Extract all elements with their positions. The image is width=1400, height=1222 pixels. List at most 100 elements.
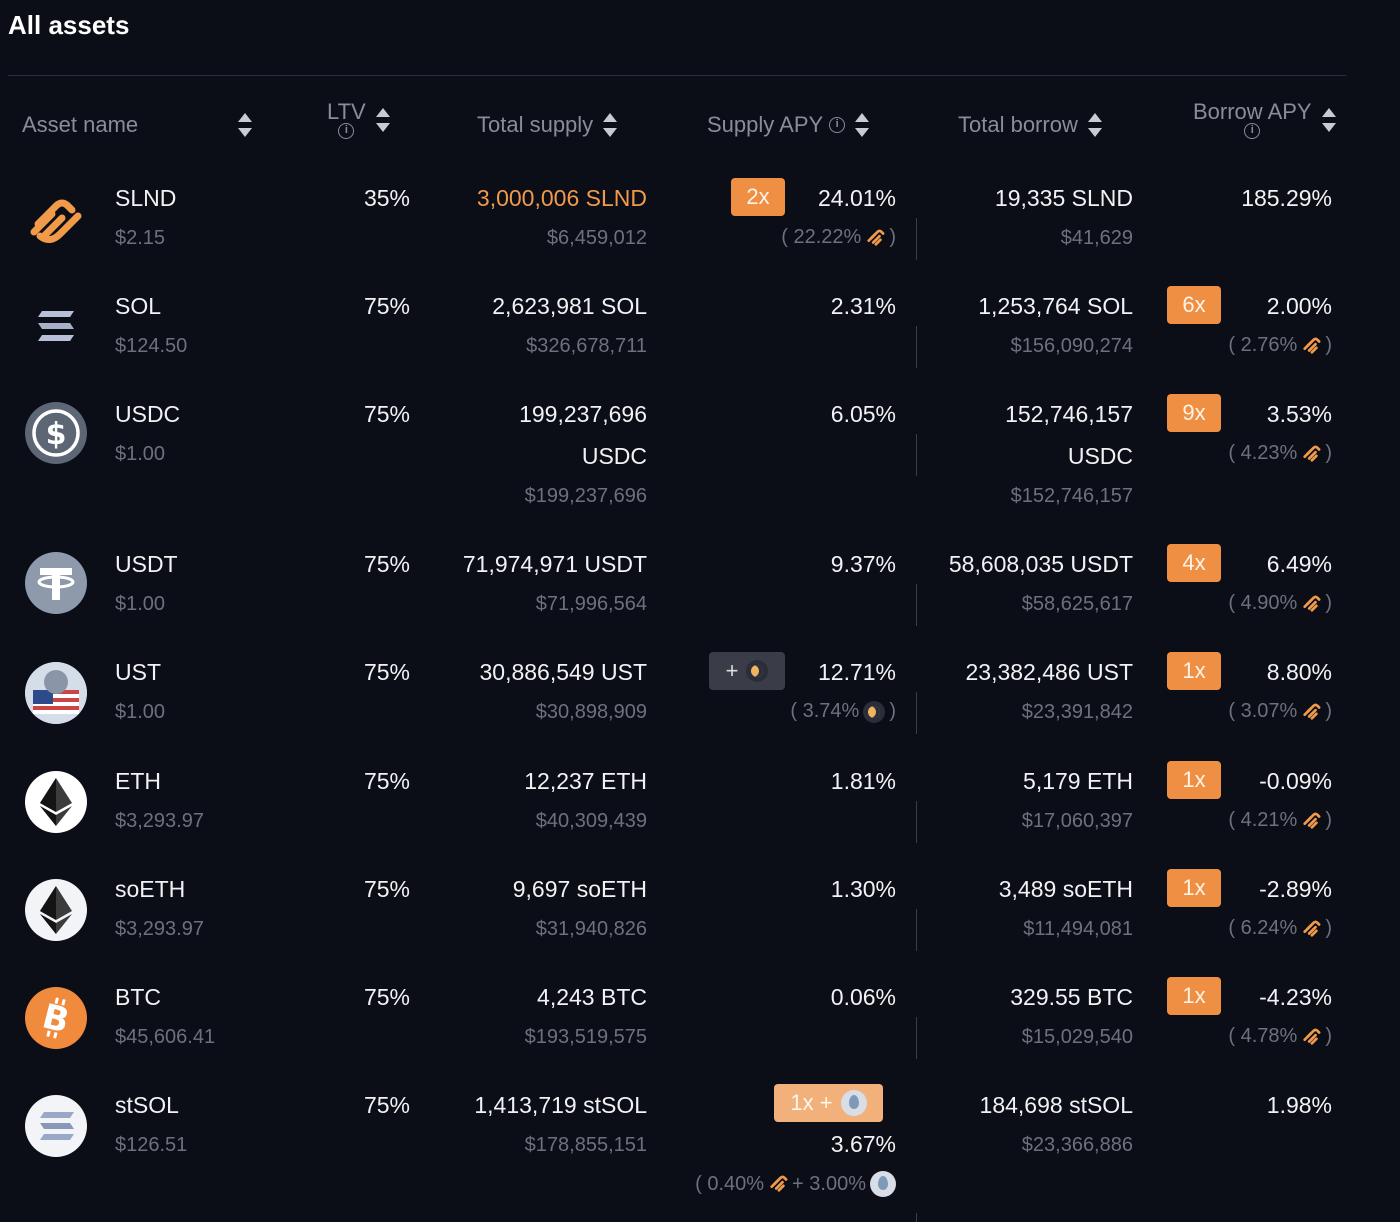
- info-icon[interactable]: i: [829, 117, 846, 133]
- borrow-reward-value: ( 4.23%: [1228, 442, 1298, 464]
- total-borrow-amount: 58,608,035 USDT: [948, 551, 1133, 577]
- ltv-value: 35%: [363, 185, 410, 211]
- reward-badge[interactable]: 1x +: [774, 1084, 883, 1122]
- borrow-apy-value: -2.89%: [1259, 876, 1332, 902]
- sort-icon[interactable]: [1321, 107, 1336, 133]
- sort-icon[interactable]: [603, 112, 618, 138]
- info-icon[interactable]: i: [338, 123, 355, 140]
- header-asset-name[interactable]: Asset name: [22, 112, 253, 138]
- ltv-value: 75%: [363, 551, 410, 577]
- luna-icon: [746, 660, 769, 682]
- total-supply-usd: $31,940,826: [535, 918, 647, 940]
- asset-price: $1.00: [115, 701, 166, 723]
- paren: ): [1325, 592, 1332, 614]
- sort-icon[interactable]: [238, 112, 253, 138]
- total-supply-amount: 4,243 BTC: [537, 984, 647, 1010]
- reward-multiplier-label: 1x +: [790, 1090, 833, 1115]
- total-supply-amount: 3,000,006 SLND: [476, 185, 647, 211]
- divider: [916, 434, 917, 476]
- supply-apy-value: 6.05%: [830, 401, 896, 427]
- borrow-reward[interactable]: ( 4.90% ): [1228, 592, 1332, 615]
- total-borrow-amount: 184,698 stSOL: [979, 1092, 1133, 1118]
- asset-symbol: UST: [115, 659, 161, 685]
- lido-icon: [840, 1090, 867, 1116]
- info-icon[interactable]: i: [1244, 123, 1261, 140]
- divider: [916, 218, 917, 260]
- slnd-icon: [1303, 336, 1321, 354]
- borrow-reward[interactable]: ( 3.07% ): [1228, 700, 1332, 723]
- reward-multiplier-badge[interactable]: 6x: [1167, 286, 1221, 324]
- supply-apy-value: 9.37%: [830, 551, 896, 577]
- total-borrow-usd: $23,366,886: [1021, 1134, 1133, 1156]
- header-borrow-apy[interactable]: Borrow APY i: [1193, 100, 1336, 140]
- total-borrow-amount: 5,179 ETH: [1023, 768, 1133, 794]
- header-total-supply[interactable]: Total supply: [477, 112, 618, 138]
- slnd-icon: [1303, 702, 1321, 720]
- header-ltv[interactable]: LTV i: [327, 100, 390, 140]
- reward-badge[interactable]: +: [709, 652, 785, 690]
- borrow-reward[interactable]: ( 6.24% ): [1228, 917, 1332, 940]
- asset-price: $2.15: [115, 227, 166, 249]
- sort-icon[interactable]: [375, 107, 390, 133]
- svg-text:$: $: [46, 417, 67, 452]
- total-supply-amount: 199,237,696: [519, 401, 647, 427]
- borrow-apy-value: -4.23%: [1259, 984, 1332, 1010]
- ltv-value: 75%: [363, 1092, 410, 1118]
- luna-icon: [863, 700, 886, 723]
- paren: ): [889, 700, 896, 722]
- header-total-supply-label: Total supply: [477, 112, 594, 137]
- sort-icon[interactable]: [855, 112, 870, 138]
- reward-multiplier-badge[interactable]: 1x: [1167, 761, 1221, 799]
- ltv-value: 75%: [363, 984, 410, 1010]
- total-borrow-usd: $23,391,842: [1021, 701, 1133, 723]
- header-supply-apy[interactable]: Supply APY i: [707, 112, 870, 138]
- reward-multiplier-badge[interactable]: 9x: [1167, 394, 1221, 432]
- asset-price: $45,606.41: [115, 1026, 216, 1048]
- total-supply-usd: $40,309,439: [535, 810, 647, 832]
- asset-price: $3,293.97: [115, 810, 204, 832]
- total-borrow-usd: $15,029,540: [1021, 1026, 1133, 1048]
- borrow-reward-value: ( 4.78%: [1228, 1025, 1298, 1047]
- total-supply-unit: USDC: [581, 443, 647, 469]
- supply-apy-value: 1.81%: [830, 768, 896, 794]
- total-supply-usd: $326,678,711: [526, 335, 647, 357]
- supply-reward[interactable]: ( 22.22% ): [781, 226, 896, 249]
- eth-icon: [25, 771, 87, 833]
- total-borrow-usd: $58,625,617: [1021, 593, 1133, 615]
- supply-reward-value: ( 3.74%: [790, 700, 860, 722]
- reward-multiplier-badge[interactable]: 4x: [1167, 544, 1221, 582]
- total-borrow-amount: 329.55 BTC: [1010, 984, 1133, 1010]
- ltv-value: 75%: [363, 293, 410, 319]
- borrow-reward-value: ( 2.76%: [1228, 334, 1298, 356]
- total-supply-usd: $6,459,012: [546, 227, 647, 249]
- total-supply-amount: 2,623,981 SOL: [492, 293, 647, 319]
- header-supply-apy-label: Supply APY: [707, 112, 824, 137]
- reward-multiplier-badge[interactable]: 2x: [731, 178, 785, 216]
- total-borrow-usd: $11,494,081: [1023, 918, 1133, 940]
- borrow-reward-value: ( 4.90%: [1228, 592, 1298, 614]
- total-supply-amount: 9,697 soETH: [512, 876, 647, 902]
- supply-reward[interactable]: ( 3.74% ): [790, 700, 896, 723]
- supply-reward[interactable]: ( 0.40% + 3.00%: [695, 1171, 896, 1197]
- total-borrow-amount: 19,335 SLND: [994, 185, 1133, 211]
- borrow-reward[interactable]: ( 4.23% ): [1228, 442, 1332, 465]
- sort-icon[interactable]: [1087, 112, 1102, 138]
- borrow-apy-value: -0.09%: [1259, 768, 1332, 794]
- total-supply-amount: 12,237 ETH: [524, 768, 647, 794]
- borrow-apy-value: 2.00%: [1266, 293, 1332, 319]
- header-total-borrow[interactable]: Total borrow: [958, 112, 1102, 138]
- supply-apy-value: 12.71%: [817, 659, 896, 685]
- reward-multiplier-badge[interactable]: 1x: [1167, 869, 1221, 907]
- borrow-reward[interactable]: ( 4.21% ): [1228, 809, 1332, 832]
- asset-symbol: BTC: [115, 984, 161, 1010]
- slnd-icon: [1303, 811, 1321, 829]
- divider: [916, 909, 917, 951]
- reward-multiplier-badge[interactable]: 1x: [1167, 652, 1221, 690]
- asset-price: $1.00: [115, 593, 166, 615]
- borrow-reward[interactable]: ( 4.78% ): [1228, 1025, 1332, 1048]
- slnd-icon: [1303, 594, 1321, 612]
- borrow-reward[interactable]: ( 2.76% ): [1228, 334, 1332, 357]
- reward-multiplier-badge[interactable]: 1x: [1167, 977, 1221, 1015]
- borrow-reward-value: ( 3.07%: [1228, 700, 1298, 722]
- supply-apy-value: 3.67%: [830, 1131, 896, 1157]
